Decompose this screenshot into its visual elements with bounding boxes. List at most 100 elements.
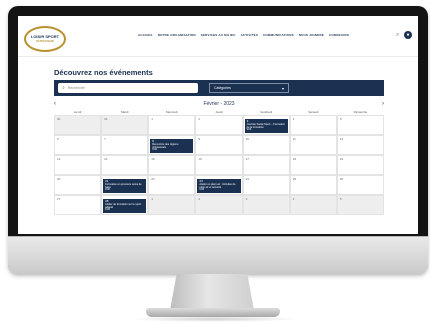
calendar-day[interactable]: 9 [195,135,243,155]
calendar-day[interactable]: 30 [54,115,102,135]
calendar-day[interactable]: 17 [242,155,290,175]
calendar-day[interactable]: 15 [148,155,196,175]
calendar-event[interactable]: 21 Formation en premiers soins de base 9:0… [103,179,147,193]
calendar-day[interactable]: 2 [195,115,243,135]
calendar-day[interactable]: 5 [336,115,384,135]
calendar-day[interactable]: 6 [54,135,102,155]
calendar-day[interactable]: 8 Rencontre des régions d'Outaouais 9:00 [148,135,196,155]
day-number: 11 [292,137,296,141]
nav-item[interactable]: NOTRE ORGANISATION [158,33,196,37]
event-time: 9:00 [105,188,110,191]
calendar-day[interactable]: 10 [242,135,290,155]
calendar-day[interactable]: 27 [54,195,102,215]
calendar-day[interactable]: 3 Journée Santé Sport – Formation de la f… [242,115,290,135]
calendar-day[interactable]: 5 [336,195,384,215]
calendar-event[interactable]: 3 Journée Santé Sport – Formation de la f… [244,119,288,133]
calendar-day[interactable]: 22 [148,175,196,195]
nav-item[interactable]: ACCUEIL [138,33,153,37]
calendar-day[interactable]: 23 Atelier en plein air : Activités de pl… [195,175,243,195]
calendar-day[interactable]: 12 [336,135,384,155]
day-number: 2 [198,117,201,121]
day-number: 19 [339,157,344,161]
event-title: Atelier en plein air : Activités de plei… [199,183,236,189]
calendar-day[interactable]: 7 [101,135,149,155]
day-number: 5 [339,197,342,201]
calendar-day[interactable]: 4 [289,115,337,135]
calendar-day[interactable]: 24 [242,175,290,195]
calendar-day[interactable]: 21 Formation en premiers soins de base 9:0… [101,175,149,195]
nav-item[interactable]: SERVICES AU MILIEU [201,33,236,37]
day-number: 1 [151,117,153,121]
event-title: Journée Santé Sport – Formation de la fo… [246,123,285,129]
calendar-day[interactable]: 11 [289,135,337,155]
monitor-chin [8,236,428,275]
day-number: 3 [245,197,248,201]
search-placeholder: Recherche [67,86,85,90]
day-number: 5 [339,117,342,121]
calendar-day[interactable]: 31 [101,115,149,135]
calendar-day[interactable]: 18 [289,155,337,175]
calendar-day[interactable]: 16 [195,155,243,175]
event-title: Atelier de formation sur le sport adapté [105,203,142,209]
calendar-day[interactable]: 14 [101,155,149,175]
next-month-button[interactable]: › [382,100,384,108]
category-select[interactable]: Catégories ▾ [209,83,289,93]
search-icon[interactable]: ⌕ [396,32,399,39]
nav-item[interactable]: CONNEXION [329,33,349,37]
monitor-stand-neck [170,274,254,310]
nav-item[interactable]: ACTIVITÉS [241,33,258,37]
calendar-event[interactable]: 23 Atelier en plein air : Activités de pl… [197,179,241,193]
calendar-day[interactable]: 28 Atelier de formation sur le sport adap… [101,195,149,215]
day-number: 12 [339,137,344,141]
calendar-day[interactable]: 3 [242,195,290,215]
search-icon: ⌕ [62,85,65,91]
month-navigation: ‹ Février - 2023 › [54,100,384,108]
calendar-day[interactable]: 20 [54,175,102,195]
calendar-week: 6 7 8 Rencontre des régions d'Outaouais 9:00… [54,135,384,155]
event-title: Rencontre des régions d'Outaouais [152,143,179,149]
day-number: 4 [292,117,295,121]
day-number: 22 [151,177,155,181]
top-navigation-bar: LOISIR SPORT OUTAOUAIS ACCUEIL NOTRE ORGA… [18,16,418,57]
day-number: 25 [292,177,297,181]
month-label: Février - 2023 [203,101,235,107]
day-number: 27 [57,197,61,201]
day-number: 9 [198,137,201,141]
calendar-week: 30 31 1 2 3 Journée Santé Sport – Formation d… [54,115,384,135]
event-title: Formation en premiers soins de base [105,183,142,189]
page-title: Découvrez nos événements [54,68,153,77]
logo-line2: OUTAOUAIS [36,39,54,43]
day-number: 30 [57,117,61,121]
main-nav: ACCUEIL NOTRE ORGANISATION SERVICES AU MIL… [138,33,349,37]
day-number: 14 [104,157,108,161]
day-number: 16 [198,157,202,161]
avatar[interactable]: ● [404,31,412,39]
day-number: 15 [151,157,155,161]
calendar-day[interactable]: 1 [148,195,196,215]
search-input[interactable]: ⌕ Recherche [58,83,198,93]
nav-item[interactable]: NOUS JOINDRE [299,33,324,37]
day-number: 7 [104,137,106,141]
day-number: 13 [57,157,61,161]
event-time: 9:00 [246,128,252,131]
day-number: 1 [151,197,153,201]
calendar-event[interactable]: 8 Rencontre des régions d'Outaouais 9:00 [150,139,194,153]
day-number: 18 [292,157,297,161]
site-logo[interactable]: LOISIR SPORT OUTAOUAIS [24,26,66,52]
chevron-down-icon: ▾ [281,85,284,91]
calendar-day[interactable]: 4 [289,195,337,215]
calendar-day[interactable]: 26 [336,175,384,195]
day-number: 2 [198,197,201,201]
calendar-day[interactable]: 19 [336,155,384,175]
day-number: 26 [339,177,344,181]
calendar-day[interactable]: 2 [195,195,243,215]
calendar-event[interactable]: 28 Atelier de formation sur le sport adap… [103,199,147,213]
calendar-day[interactable]: 25 [289,175,337,195]
day-number: 31 [104,117,108,121]
calendar-day[interactable]: 13 [54,155,102,175]
calendar-week: 20 21 Formation en premiers soins de base 9… [54,175,384,195]
nav-item[interactable]: COMMUNICATIONS [263,33,294,37]
calendar-grid: Lundi Mardi Mercredi Jeudi Vendredi Samedi Dim… [54,109,384,215]
day-number: 4 [292,197,295,201]
calendar-day[interactable]: 1 [148,115,196,135]
